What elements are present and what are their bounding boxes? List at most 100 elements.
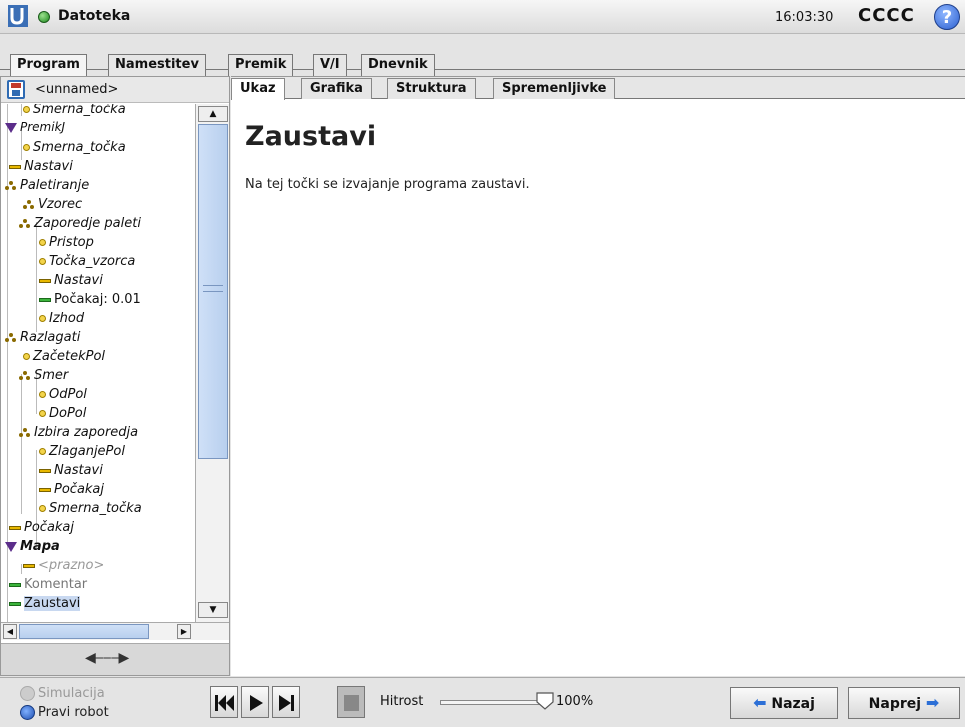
speed-label: Hitrost — [380, 694, 424, 709]
simulation-option[interactable]: Simulacija — [20, 686, 105, 704]
tree-node[interactable]: Vzorec — [23, 195, 82, 214]
tree-node[interactable]: Počakaj — [39, 480, 104, 499]
pallet-icon — [5, 180, 17, 191]
tree-node[interactable]: Smer — [19, 366, 68, 385]
tree-node[interactable]: Počakaj — [9, 518, 74, 537]
waypoint-icon — [39, 258, 46, 265]
tree-node[interactable]: Paletiranje — [5, 176, 89, 195]
tree-node[interactable]: PremikJ — [5, 118, 65, 137]
tab-installation[interactable]: Namestitev — [108, 54, 206, 76]
tree-node-selected[interactable]: Zaustavi — [9, 594, 81, 613]
tree-node[interactable]: Točka_vzorca — [39, 252, 135, 271]
arrow-right-icon: ➡ — [925, 693, 940, 712]
waypoint-icon — [23, 144, 30, 151]
move-icon — [5, 122, 17, 133]
scroll-left-icon[interactable]: ◀ — [3, 624, 17, 639]
sequence-icon — [19, 427, 31, 438]
tree-node[interactable]: Izbira zaporedja — [19, 423, 138, 442]
set-icon — [39, 468, 51, 473]
waypoint-icon — [39, 505, 46, 512]
play-button[interactable] — [241, 686, 269, 718]
scroll-thumb-horizontal[interactable] — [19, 624, 149, 639]
comment-icon — [9, 582, 21, 587]
step-button[interactable] — [272, 686, 300, 718]
tab-variables[interactable]: Spremenljivke — [493, 78, 616, 99]
speed-slider[interactable] — [440, 700, 542, 705]
tab-graphics[interactable]: Grafika — [301, 78, 372, 99]
radio-on-icon — [20, 705, 35, 720]
waypoint-icon — [23, 353, 30, 360]
tree-node[interactable]: Počakaj: 0.01 — [39, 290, 141, 309]
radio-off-icon — [20, 686, 35, 701]
speed-slider-handle[interactable] — [536, 692, 554, 710]
play-icon — [250, 695, 263, 711]
wait-icon — [39, 297, 51, 302]
back-button[interactable]: ⬅ Nazaj — [730, 687, 838, 719]
pallet-icon — [5, 332, 17, 343]
waypoint-icon — [39, 410, 46, 417]
command-panel: Ukaz Grafika Struktura Spremenljivke Zau… — [231, 76, 965, 676]
file-menu[interactable]: Datoteka — [58, 8, 130, 24]
tab-io[interactable]: V/I — [313, 54, 347, 76]
program-tree: Smerna_točka PremikJ Smerna_točka Nastav… — [1, 104, 195, 622]
direction-icon — [19, 370, 31, 381]
tree-node[interactable]: Pristop — [39, 233, 94, 252]
program-name: <unnamed> — [35, 82, 119, 97]
stop-button[interactable] — [337, 686, 365, 718]
tree-node[interactable]: Smerna_točka — [39, 499, 142, 518]
tree-node[interactable]: Razlagati — [5, 328, 80, 347]
next-button[interactable]: Naprej ➡ — [848, 687, 960, 719]
waypoint-icon — [39, 239, 46, 246]
stop-icon — [344, 695, 359, 711]
sub-tab-bar: Ukaz Grafika Struktura Spremenljivke — [231, 77, 965, 100]
program-tree-panel: <unnamed> Smerna_točka PremikJ Smerna_to… — [0, 76, 230, 676]
tab-program[interactable]: Program — [10, 54, 87, 77]
tree-node[interactable]: Smerna_točka — [23, 138, 126, 157]
tree-node[interactable]: Nastavi — [39, 461, 103, 480]
scroll-thumb[interactable] — [198, 124, 228, 459]
tree-node[interactable]: DoPol — [39, 404, 86, 423]
pattern-icon — [23, 199, 35, 210]
program-file-row: <unnamed> — [1, 77, 229, 103]
tree-node[interactable]: ZačetekPol — [23, 347, 105, 366]
move-left-right-icon[interactable]: ◀‒‒‒▶ — [85, 650, 129, 666]
folder-icon — [5, 541, 17, 552]
waypoint-icon — [39, 315, 46, 322]
rewind-icon — [215, 695, 234, 711]
header-bar: Datoteka 16:03:30 CCCC ? — [0, 0, 965, 34]
rewind-button[interactable] — [210, 686, 238, 718]
scroll-down-icon[interactable]: ▼ — [198, 602, 228, 618]
tree-vertical-scrollbar[interactable]: ▲ ▼ — [195, 104, 229, 622]
waypoint-icon — [23, 106, 30, 113]
wait-icon — [39, 487, 51, 492]
scroll-right-icon[interactable]: ▶ — [177, 624, 191, 639]
save-icon[interactable] — [7, 80, 25, 99]
tab-structure[interactable]: Struktura — [387, 78, 476, 99]
tree-node[interactable]: Mapa — [5, 537, 60, 556]
tree-node[interactable]: Nastavi — [9, 157, 73, 176]
tree-node[interactable]: <prazno> — [23, 556, 104, 575]
set-icon — [39, 278, 51, 283]
tree-node[interactable]: OdPol — [39, 385, 87, 404]
tree-node[interactable]: Komentar — [9, 575, 87, 594]
tab-move[interactable]: Premik — [228, 54, 294, 76]
tree-node[interactable]: Nastavi — [39, 271, 103, 290]
clock: 16:03:30 — [775, 10, 834, 25]
tab-command[interactable]: Ukaz — [231, 78, 285, 100]
tree-node[interactable]: Smerna_točka — [23, 104, 126, 119]
help-icon[interactable]: ? — [934, 4, 960, 30]
command-description: Na tej točki se izvajanje programa zaust… — [245, 177, 530, 192]
tree-node[interactable]: Zaporedje paleti — [19, 214, 141, 233]
arrow-left-icon: ⬅ — [753, 693, 767, 712]
main-tab-bar: Program Namestitev Premik V/I Dnevnik — [0, 34, 965, 77]
tree-horizontal-scrollbar[interactable]: ◀ ▶ — [1, 622, 229, 640]
real-robot-option[interactable]: Pravi robot — [20, 705, 109, 723]
ur-logo-icon — [8, 5, 28, 27]
tree-node[interactable]: Izhod — [39, 309, 84, 328]
scroll-up-icon[interactable]: ▲ — [198, 106, 228, 122]
tree-node[interactable]: ZlaganjePol — [39, 442, 125, 461]
tab-log[interactable]: Dnevnik — [361, 54, 435, 76]
sequence-icon — [19, 218, 31, 229]
robot-status-icon — [38, 11, 50, 23]
page-title: Zaustavi — [245, 121, 377, 152]
